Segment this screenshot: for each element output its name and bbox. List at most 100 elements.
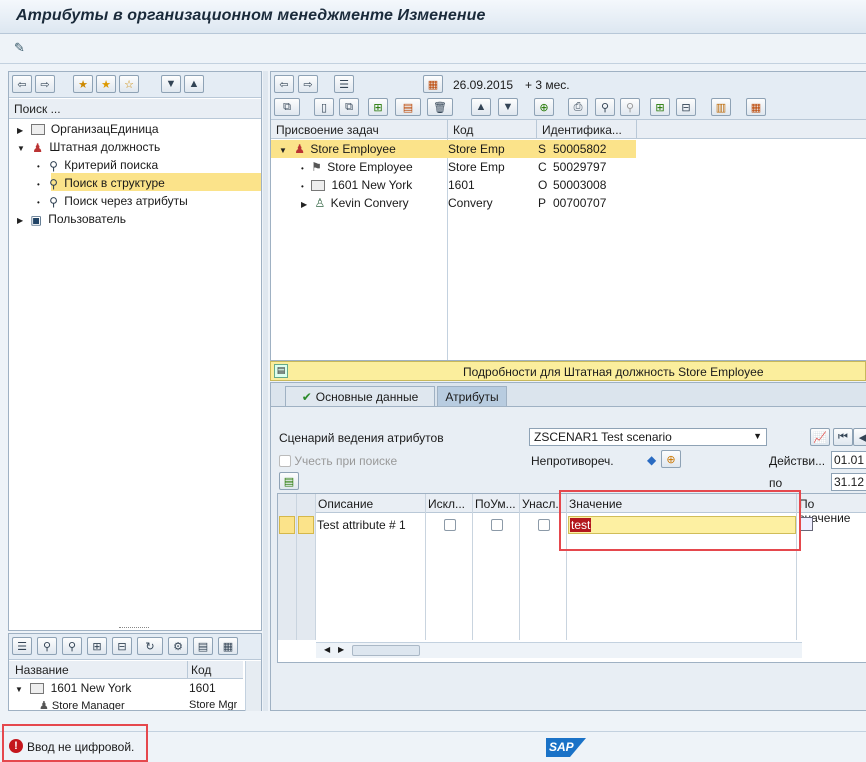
chart-icon[interactable]: 📈 [810, 428, 830, 446]
scroll-thumb[interactable] [352, 645, 420, 656]
col-id[interactable]: Идентифика... [536, 120, 622, 139]
horizontal-scrollbar[interactable]: ◀ ▶ [316, 642, 802, 658]
status-message: Ввод не цифровой. [27, 740, 135, 754]
collapse-all-icon[interactable]: ⊟ [676, 98, 696, 116]
deselect-icon[interactable]: ⊟ [112, 637, 132, 655]
expand-icon[interactable]: ▶ [17, 126, 23, 135]
col-assignment[interactable]: Присвоение задач [276, 123, 379, 137]
delete-icon[interactable]: 🗑 [427, 98, 453, 116]
export-icon[interactable]: ▦ [218, 637, 238, 655]
column-config-icon[interactable]: ▥ [711, 98, 731, 116]
row-name: 1601 New York [331, 178, 413, 192]
hitlist-row[interactable]: ♟ Store Manager [39, 699, 125, 710]
col-inherit[interactable]: Унасл. [522, 497, 559, 511]
collapse-icon[interactable]: ▼ [279, 146, 287, 155]
excl-checkbox[interactable] [444, 519, 456, 531]
collapse-icon[interactable]: ▼ [17, 144, 25, 153]
col-code[interactable]: Код [447, 120, 473, 139]
overview-row[interactable]: • 1601 New York [301, 178, 412, 192]
details-icon[interactable]: ▤ [274, 364, 288, 378]
default-checkbox[interactable] [491, 519, 503, 531]
back-icon[interactable]: ⇦ [274, 75, 294, 93]
row-selector[interactable] [279, 516, 295, 534]
export-icon[interactable]: ▦ [746, 98, 766, 116]
row-name: Store Manager [51, 700, 125, 710]
scenario-value: ZSCENAR1 Test scenario [534, 430, 672, 444]
favorite-icon[interactable]: ★ [96, 75, 116, 93]
splitter-handle[interactable] [119, 627, 149, 629]
pencil-glasses-icon[interactable]: ✎ [14, 40, 34, 58]
collapse-up-icon[interactable]: ▲ [184, 75, 204, 93]
move-up-icon[interactable]: ▲ [471, 98, 491, 116]
create-icon[interactable]: ⧉ [274, 98, 300, 116]
tree-item-attribute-search[interactable]: • ⚲ Поиск через атрибуты [37, 194, 188, 209]
expand-down-icon[interactable]: ▼ [161, 75, 181, 93]
select-icon[interactable]: ⊞ [87, 637, 107, 655]
details-icon[interactable]: ▤ [279, 472, 299, 490]
new-icon[interactable]: ▯ [314, 98, 334, 116]
edit-favorite-icon[interactable]: ☆ [119, 75, 139, 93]
valid-to-field[interactable]: 31.12 [831, 473, 866, 491]
find-next-icon[interactable]: ⚲ [62, 637, 82, 655]
consider-checkbox[interactable] [279, 455, 291, 467]
binoculars-icon: ⚲ [49, 176, 58, 191]
delimit-icon[interactable]: ▤ [395, 98, 421, 116]
overview-row[interactable]: ▼ ♟ Store Employee [279, 142, 396, 156]
refresh-icon[interactable]: ↻ [137, 637, 163, 655]
tab-basic-data[interactable]: ✔ Основные данные [285, 386, 435, 406]
list-icon[interactable]: ☰ [334, 75, 354, 93]
scenario-dropdown[interactable]: ZSCENAR1 Test scenario ▼ [529, 428, 767, 446]
overview-row[interactable]: ▶ ♙ Kevin Convery [301, 196, 409, 210]
col-excl[interactable]: Искл... [428, 497, 465, 511]
expand-icon[interactable]: ▶ [17, 216, 23, 225]
collapse-icon[interactable]: ▼ [15, 685, 23, 694]
first-page-icon[interactable]: ⏮ [833, 428, 853, 446]
find-icon[interactable]: ⚲ [37, 637, 57, 655]
scroll-right-icon[interactable]: ▶ [338, 645, 344, 654]
calendar-icon[interactable]: ▦ [423, 75, 443, 93]
expand-all-icon[interactable]: ⊞ [650, 98, 670, 116]
layout-icon[interactable]: ▤ [193, 637, 213, 655]
tree-item-structure-search[interactable]: • ⚲ Поиск в структуре [37, 176, 165, 191]
col-default[interactable]: ПоУм... [475, 497, 516, 511]
default-col [473, 494, 520, 640]
hitlist-header: Название Код [9, 661, 243, 679]
tree-item-org-unit[interactable]: ▶ ОрганизацЕдиница [17, 122, 159, 136]
col-description[interactable]: Описание [318, 497, 373, 511]
find-next-icon[interactable]: ⚲ [620, 98, 640, 116]
row-selector[interactable] [298, 516, 314, 534]
prev-page-icon[interactable]: ◀ [853, 428, 866, 446]
detail-icon[interactable]: ☰ [12, 637, 32, 655]
value-help-icon[interactable] [799, 517, 813, 531]
assign-icon[interactable]: ⊞ [368, 98, 388, 116]
valid-from-field[interactable]: 01.01 [831, 451, 866, 469]
forward-icon[interactable]: ⇨ [298, 75, 318, 93]
hierarchy-icon[interactable]: ⊕ [534, 98, 554, 116]
col-code[interactable]: Код [187, 661, 211, 679]
settings-icon[interactable]: ⚙ [168, 637, 188, 655]
tree-item-position[interactable]: ▼ ♟ Штатная должность [17, 140, 160, 155]
print-icon[interactable]: ⎙ [568, 98, 588, 116]
tab-attributes[interactable]: Атрибуты [437, 386, 507, 406]
chevron-down-icon[interactable]: ▼ [753, 431, 762, 441]
tree-item-search-criteria[interactable]: • ⚲ Критерий поиска [37, 158, 158, 173]
move-down-icon[interactable]: ▼ [498, 98, 518, 116]
copy-icon[interactable]: ⧉ [339, 98, 359, 116]
back-icon[interactable]: ⇦ [12, 75, 32, 93]
add-favorite-icon[interactable]: ★ [73, 75, 93, 93]
hitlist-row[interactable]: ▼ 1601 New York [15, 681, 131, 695]
overview-row[interactable]: • ⚑ Store Employee [301, 160, 413, 174]
scroll-left-icon[interactable]: ◀ [324, 645, 330, 654]
consider-in-search[interactable]: Учесть при поиске [279, 454, 397, 468]
inherit-checkbox[interactable] [538, 519, 550, 531]
find-icon[interactable]: ⚲ [595, 98, 615, 116]
expand-icon[interactable]: ▶ [301, 200, 307, 209]
forward-icon[interactable]: ⇨ [35, 75, 55, 93]
overview-header: Присвоение задач Код Идентифика... [271, 120, 866, 139]
col-name[interactable]: Название [15, 663, 69, 677]
vertical-splitter[interactable] [263, 71, 268, 711]
date-value[interactable]: 26.09.2015 [453, 78, 513, 92]
tree-item-user[interactable]: ▶ ▣ Пользователь [17, 212, 126, 227]
check-consistency-icon[interactable]: ⊕ [661, 450, 681, 468]
vertical-scrollbar[interactable] [245, 661, 261, 711]
